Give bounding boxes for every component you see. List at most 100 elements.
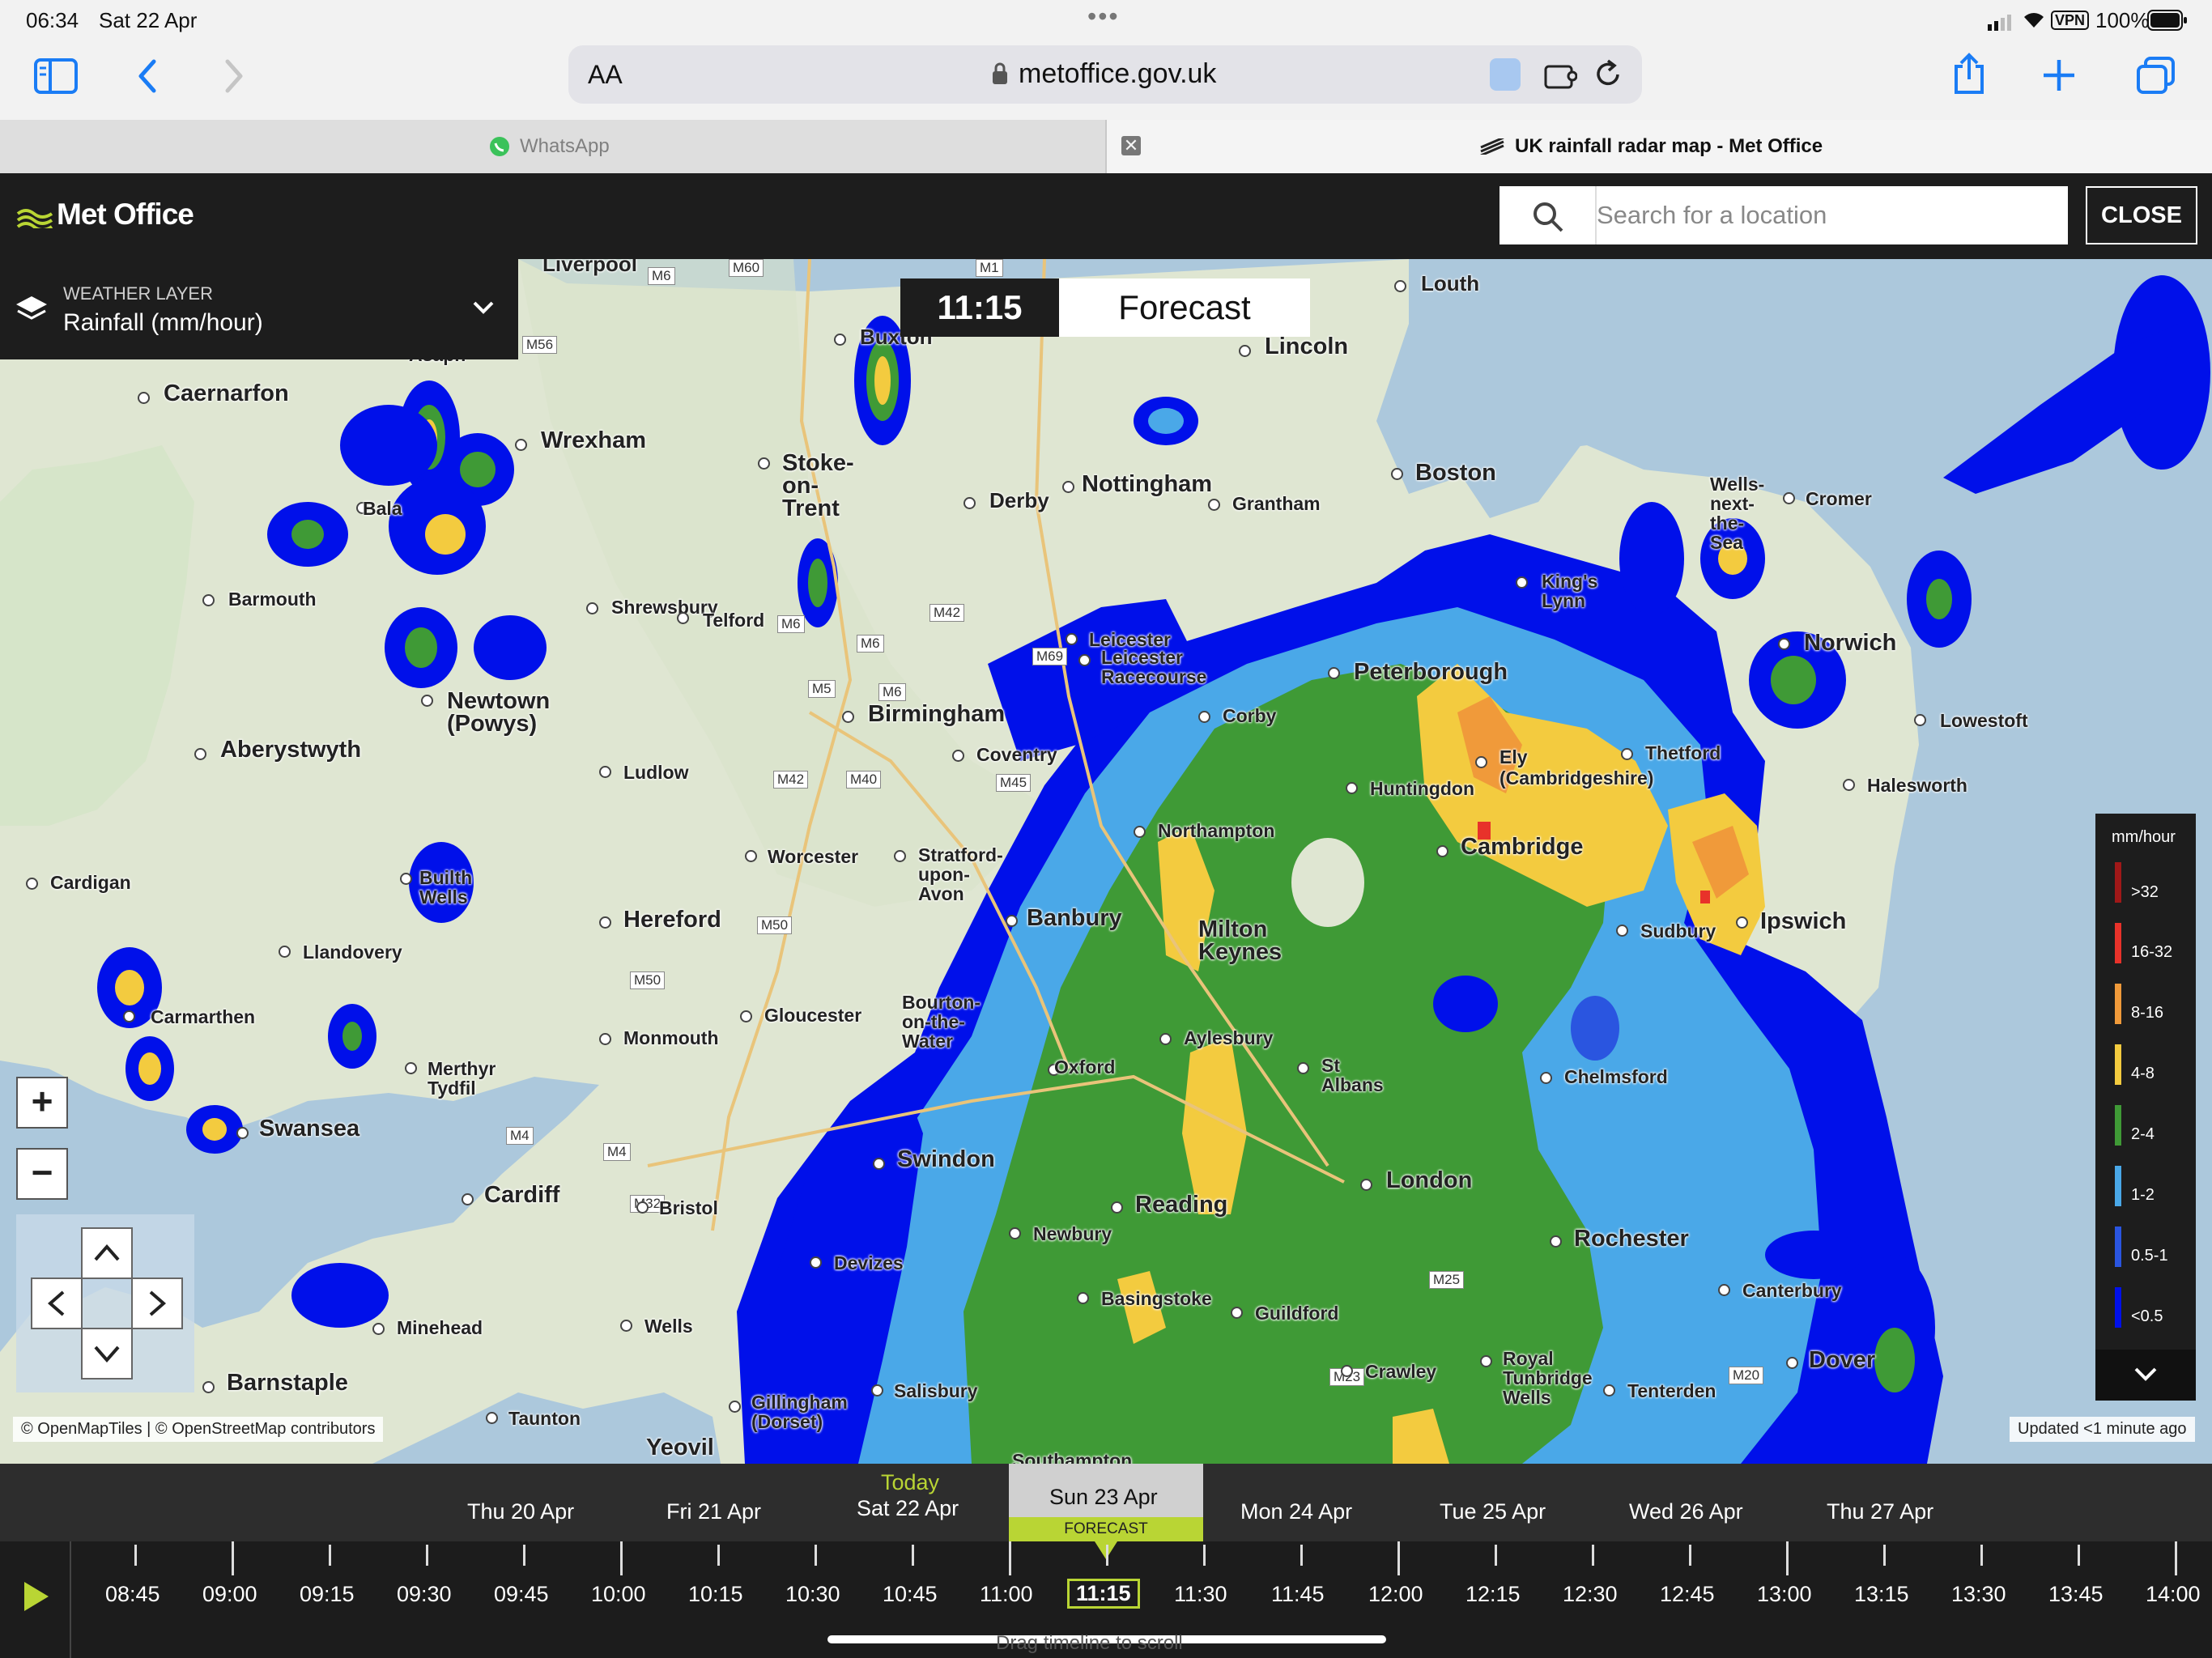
address-bar[interactable]: AA metoffice.gov.uk: [568, 45, 1642, 104]
road-label: M6: [857, 635, 884, 653]
extension-puzzle-icon[interactable]: [1543, 60, 1578, 95]
time-label-selected[interactable]: 11:15: [1067, 1579, 1140, 1609]
time-label[interactable]: 12:15: [1465, 1582, 1521, 1607]
legend-swatch: [2115, 1044, 2121, 1085]
forecast-mode-badge: Forecast: [1059, 278, 1310, 337]
place-dot: [236, 1127, 249, 1139]
pan-down-button[interactable]: [81, 1328, 133, 1380]
reload-icon[interactable]: [1592, 58, 1624, 95]
day-tue-25[interactable]: Tue 25 Apr: [1440, 1499, 1546, 1524]
place-dot: [202, 594, 215, 606]
forward-icon[interactable]: [223, 58, 245, 98]
weather-layer-dropdown[interactable]: WEATHER LAYER Rainfall (mm/hour): [0, 259, 518, 359]
play-button[interactable]: [0, 1541, 71, 1658]
day-mon-24[interactable]: Mon 24 Apr: [1240, 1499, 1352, 1524]
time-label[interactable]: 10:45: [883, 1582, 938, 1607]
place-dot: [1208, 499, 1220, 511]
status-time: 06:34: [26, 8, 79, 32]
place-label: Reading: [1135, 1192, 1228, 1218]
browser-toolbar: AA metoffice.gov.uk: [0, 40, 2212, 120]
time-label[interactable]: 12:45: [1660, 1582, 1715, 1607]
time-label[interactable]: 11:45: [1271, 1582, 1325, 1607]
search-button[interactable]: [1499, 186, 1595, 244]
time-label[interactable]: 09:00: [202, 1582, 257, 1607]
road-label: M56: [522, 336, 558, 354]
zoom-out-button[interactable]: −: [16, 1148, 68, 1200]
time-label[interactable]: 13:15: [1854, 1582, 1909, 1607]
time-label[interactable]: 11:30: [1174, 1582, 1227, 1607]
reader-aa-button[interactable]: AA: [588, 60, 623, 90]
rainfall-legend: mm/hour >32 16-32 8-16 4-8 2-4 1-2 0.5-1…: [2095, 814, 2196, 1401]
place-label: Hereford: [623, 907, 721, 933]
location-search-input[interactable]: Search for a location: [1595, 186, 2068, 244]
place-dot: [620, 1320, 632, 1332]
time-label[interactable]: 14:00: [2146, 1582, 2201, 1607]
pan-up-button[interactable]: [81, 1227, 133, 1279]
place-dot: [758, 457, 770, 470]
tab-met-office[interactable]: ✕ UK rainfall radar map - Met Office: [1107, 120, 2212, 173]
place-label: Cardigan: [50, 872, 131, 893]
battery-icon: [2147, 10, 2188, 36]
place-label: Barmouth: [228, 589, 317, 610]
place-label: Liverpool: [542, 259, 638, 276]
tab-whatsapp-label: WhatsApp: [520, 135, 610, 157]
met-office-logo-icon[interactable]: [16, 204, 53, 232]
day-thu-27[interactable]: Thu 27 Apr: [1827, 1499, 1933, 1524]
sidebar-toggle-icon[interactable]: [34, 58, 78, 98]
place-label: Cambridge: [1461, 834, 1584, 860]
time-label[interactable]: 13:00: [1757, 1582, 1812, 1607]
map-attribution[interactable]: © OpenMapTiles | © OpenStreetMap contrib…: [13, 1417, 384, 1442]
tab-whatsapp[interactable]: WhatsApp: [0, 120, 1107, 173]
place-dot: [1616, 925, 1628, 937]
time-label[interactable]: 09:30: [397, 1582, 452, 1607]
legend-collapse-button[interactable]: [2095, 1350, 2196, 1401]
time-label[interactable]: 12:30: [1563, 1582, 1618, 1607]
pan-right-button[interactable]: [131, 1278, 183, 1329]
met-office-header: Met Office Search for a location CLOSE: [0, 173, 2212, 259]
new-tab-icon[interactable]: [2042, 58, 2076, 96]
tabs-overview-icon[interactable]: [2136, 57, 2176, 100]
time-label[interactable]: 10:00: [591, 1582, 646, 1607]
legend-swatch: [2115, 1105, 2121, 1146]
time-tick: [1203, 1545, 1206, 1566]
time-label[interactable]: 13:45: [2048, 1582, 2104, 1607]
day-thu-20[interactable]: Thu 20 Apr: [467, 1499, 574, 1524]
time-label[interactable]: 09:15: [300, 1582, 355, 1607]
place-label: Banbury: [1027, 905, 1122, 931]
share-icon[interactable]: [1951, 52, 1987, 100]
pan-left-button[interactable]: [31, 1278, 83, 1329]
road-label: M60: [729, 259, 764, 277]
place-label: Lowestoft: [1940, 710, 2028, 731]
zoom-in-button[interactable]: +: [16, 1077, 68, 1129]
time-label[interactable]: 12:00: [1368, 1582, 1423, 1607]
day-sun-23-selected[interactable]: Sun 23 Apr FORECAST: [1009, 1464, 1203, 1541]
place-dot: [372, 1323, 385, 1335]
place-dot: [599, 1033, 611, 1045]
chevron-down-icon: [94, 1346, 120, 1363]
time-tick: [620, 1541, 623, 1575]
time-label[interactable]: 09:45: [494, 1582, 549, 1607]
day-wed-26[interactable]: Wed 26 Apr: [1629, 1499, 1743, 1524]
time-label[interactable]: 11:00: [980, 1582, 1033, 1607]
day-sat-22[interactable]: Sat 22 Apr: [857, 1496, 959, 1521]
time-label[interactable]: 10:15: [688, 1582, 743, 1607]
close-button[interactable]: CLOSE: [2086, 186, 2197, 244]
place-label: Louth: [1421, 271, 1480, 295]
time-tick: [717, 1545, 720, 1566]
place-label: Boston: [1415, 460, 1496, 486]
place-label: Corby: [1223, 705, 1277, 726]
back-icon[interactable]: [136, 58, 159, 98]
place-dot: [1480, 1355, 1492, 1367]
timeline[interactable]: Thu 20 Apr Fri 21 Apr Today Sat 22 Apr S…: [0, 1464, 2212, 1658]
place-dot: [202, 1381, 215, 1393]
time-label[interactable]: 13:30: [1951, 1582, 2006, 1607]
rainfall-radar-map[interactable]: M6 M60 M1 M56 M6 M42 M6 M69 M5 M6 M42 M4…: [0, 259, 2212, 1464]
time-label[interactable]: 10:30: [785, 1582, 840, 1607]
place-dot: [873, 1158, 885, 1170]
forecast-badge: FORECAST: [1009, 1517, 1203, 1541]
close-tab-icon[interactable]: ✕: [1121, 136, 1141, 155]
time-label[interactable]: 08:45: [105, 1582, 160, 1607]
day-fri-21[interactable]: Fri 21 Apr: [666, 1499, 761, 1524]
translate-extension-icon[interactable]: [1490, 58, 1521, 91]
multitask-dots[interactable]: •••: [1087, 2, 1120, 32]
